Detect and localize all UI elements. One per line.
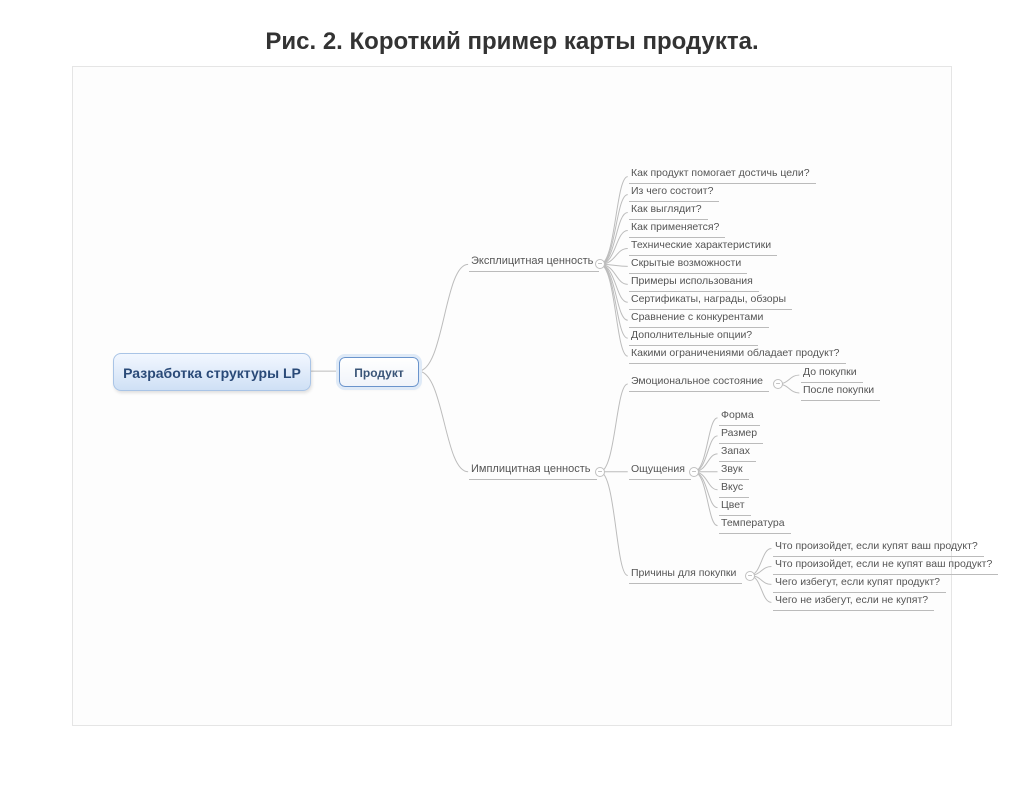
leaf-explicit-2[interactable]: Как выглядит? xyxy=(629,201,708,220)
leaf-emotional-1[interactable]: После покупки xyxy=(801,382,880,401)
branch-explicit[interactable]: Эксплицитная ценность xyxy=(469,253,599,272)
leaf-sense-6[interactable]: Температура xyxy=(719,515,791,534)
leaf-reasons-2[interactable]: Чего избегут, если купят продукт? xyxy=(773,574,946,593)
leaf-explicit-5[interactable]: Скрытые возможности xyxy=(629,255,747,274)
leaf-explicit-4[interactable]: Технические характеристики xyxy=(629,237,777,256)
mindmap-canvas: Разработка структуры LP Продукт Эксплици… xyxy=(72,66,952,726)
expand-icon[interactable]: − xyxy=(745,571,755,581)
expand-icon[interactable]: − xyxy=(689,467,699,477)
product-node[interactable]: Продукт xyxy=(339,357,419,387)
leaf-sense-5[interactable]: Цвет xyxy=(719,497,751,516)
leaf-sense-1[interactable]: Размер xyxy=(719,425,763,444)
branch-reasons[interactable]: Причины для покупки xyxy=(629,565,742,584)
leaf-reasons-0[interactable]: Что произойдет, если купят ваш продукт? xyxy=(773,538,984,557)
leaf-explicit-3[interactable]: Как применяется? xyxy=(629,219,725,238)
branch-sense[interactable]: Ощущения xyxy=(629,461,691,480)
branch-emotional[interactable]: Эмоциональное состояние xyxy=(629,373,769,392)
branch-implicit[interactable]: Имплицитная ценность xyxy=(469,461,597,480)
leaf-reasons-3[interactable]: Чего не избегут, если не купят? xyxy=(773,592,934,611)
leaf-explicit-0[interactable]: Как продукт помогает достичь цели? xyxy=(629,165,816,184)
leaf-explicit-10[interactable]: Какими ограничениями обладает продукт? xyxy=(629,345,846,364)
leaf-explicit-6[interactable]: Примеры использования xyxy=(629,273,759,292)
leaf-explicit-7[interactable]: Сертификаты, награды, обзоры xyxy=(629,291,792,310)
leaf-explicit-8[interactable]: Сравнение с конкурентами xyxy=(629,309,769,328)
leaf-sense-4[interactable]: Вкус xyxy=(719,479,749,498)
leaf-reasons-1[interactable]: Что произойдет, если не купят ваш продук… xyxy=(773,556,998,575)
leaf-sense-3[interactable]: Звук xyxy=(719,461,749,480)
expand-icon[interactable]: − xyxy=(773,379,783,389)
expand-icon[interactable]: − xyxy=(595,259,605,269)
leaf-explicit-1[interactable]: Из чего состоит? xyxy=(629,183,719,202)
figure-title: Рис. 2. Короткий пример карты продукта. xyxy=(0,28,1024,56)
leaf-explicit-9[interactable]: Дополнительные опции? xyxy=(629,327,758,346)
leaf-sense-2[interactable]: Запах xyxy=(719,443,756,462)
leaf-sense-0[interactable]: Форма xyxy=(719,407,760,426)
root-node[interactable]: Разработка структуры LP xyxy=(113,353,311,391)
leaf-emotional-0[interactable]: До покупки xyxy=(801,364,863,383)
expand-icon[interactable]: − xyxy=(595,467,605,477)
